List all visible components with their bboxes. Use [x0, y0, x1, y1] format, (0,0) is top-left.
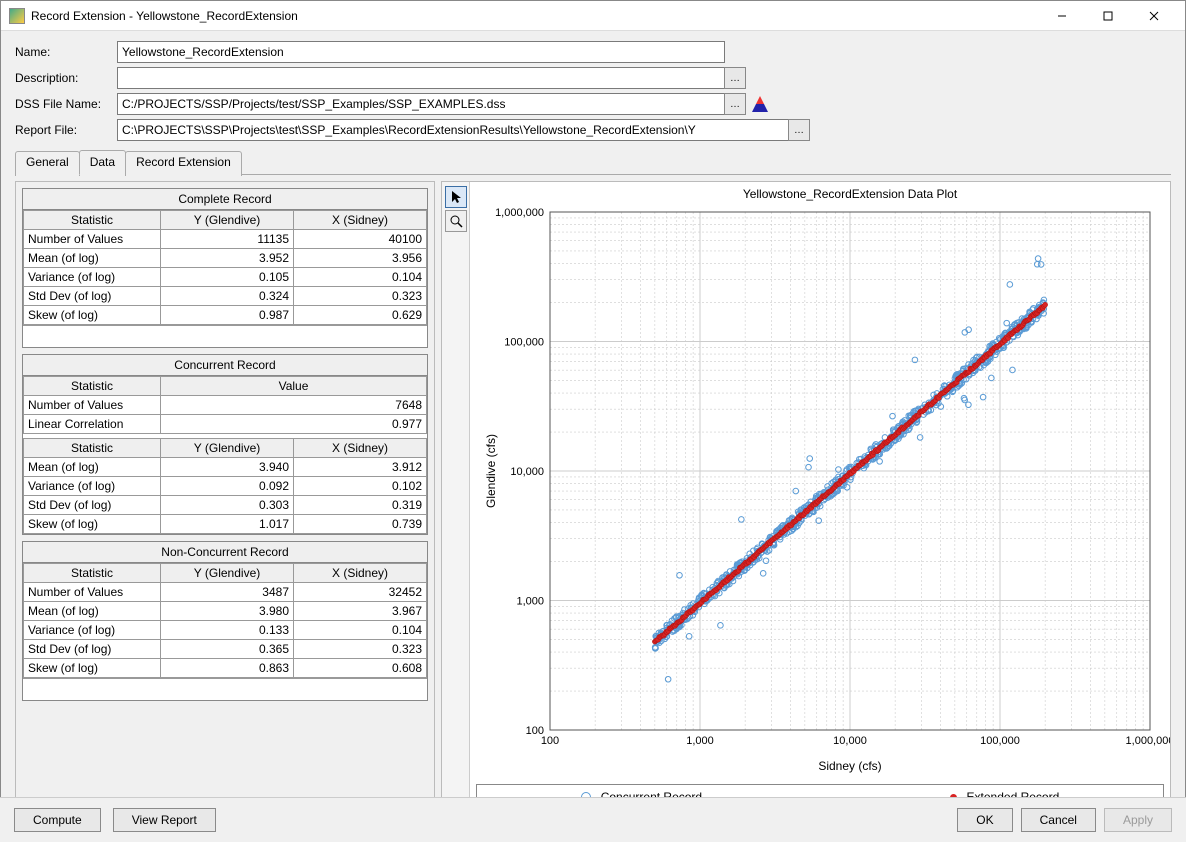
zoom-tool-icon[interactable]: [445, 210, 467, 232]
data-plot[interactable]: 1001,00010,000100,0001,000,0001001,00010…: [470, 182, 1170, 810]
col-header: Statistic: [24, 377, 161, 396]
app-icon: [9, 8, 25, 24]
description-label: Description:: [15, 71, 117, 85]
table-row: Number of Values348732452: [24, 583, 427, 602]
table-row: Variance (of log)0.0920.102: [24, 477, 427, 496]
tab-record-extension[interactable]: Record Extension: [125, 151, 242, 176]
table-row: Variance (of log)0.1330.104: [24, 621, 427, 640]
description-browse-button[interactable]: …: [724, 67, 746, 89]
concurrent-record-table: Concurrent Record Statistic Value Number…: [22, 354, 428, 535]
col-header: X (Sidney): [294, 564, 427, 583]
table-row: Std Dev (of log)0.3650.323: [24, 640, 427, 659]
col-header: Y (Glendive): [161, 211, 294, 230]
empty-area: [23, 678, 427, 700]
view-report-button[interactable]: View Report: [113, 808, 216, 832]
svg-text:1,000: 1,000: [686, 735, 714, 747]
close-button[interactable]: [1131, 1, 1177, 31]
stats-pane: Complete Record Statistic Y (Glendive) X…: [15, 181, 435, 811]
pointer-tool-icon[interactable]: [445, 186, 467, 208]
col-header: Y (Glendive): [161, 439, 294, 458]
col-header: Statistic: [24, 564, 161, 583]
table-row: Mean (of log)3.9403.912: [24, 458, 427, 477]
table-row: Linear Correlation0.977: [24, 415, 427, 434]
plot-pane: 1001,00010,000100,0001,000,0001001,00010…: [441, 181, 1171, 811]
ok-button[interactable]: OK: [957, 808, 1012, 832]
svg-text:10,000: 10,000: [510, 466, 544, 478]
col-header: Statistic: [24, 211, 161, 230]
report-file-label: Report File:: [15, 123, 117, 137]
apply-button[interactable]: Apply: [1104, 808, 1172, 832]
table-row: Skew (of log)0.8630.608: [24, 659, 427, 678]
table-row: Number of Values1113540100: [24, 230, 427, 249]
name-label: Name:: [15, 45, 117, 59]
col-header: X (Sidney): [294, 211, 427, 230]
bottom-bar: Compute View Report OK Cancel Apply: [0, 797, 1186, 842]
report-file-input[interactable]: [117, 119, 789, 141]
maximize-button[interactable]: [1085, 1, 1131, 31]
table-row: Skew (of log)1.0170.739: [24, 515, 427, 534]
table-row: Std Dev (of log)0.3030.319: [24, 496, 427, 515]
svg-text:1,000: 1,000: [516, 596, 544, 608]
table-row: Variance (of log)0.1050.104: [24, 268, 427, 287]
svg-text:Yellowstone_RecordExtension Da: Yellowstone_RecordExtension Data Plot: [743, 187, 958, 201]
col-header: X (Sidney): [294, 439, 427, 458]
tab-data[interactable]: Data: [79, 150, 126, 175]
col-header: Statistic: [24, 439, 161, 458]
table-row: Number of Values7648: [24, 396, 427, 415]
svg-text:10,000: 10,000: [833, 735, 867, 747]
dss-file-browse-button[interactable]: …: [724, 93, 746, 115]
svg-text:100,000: 100,000: [980, 735, 1020, 747]
tab-strip: General Data Record Extension: [15, 149, 1171, 175]
table-row: Skew (of log)0.9870.629: [24, 306, 427, 325]
dss-file-input[interactable]: [117, 93, 725, 115]
description-input[interactable]: [117, 67, 725, 89]
window-titlebar: Record Extension - Yellowstone_RecordExt…: [1, 1, 1185, 31]
compute-button[interactable]: Compute: [14, 808, 101, 832]
svg-text:100,000: 100,000: [504, 337, 544, 349]
col-header: Y (Glendive): [161, 564, 294, 583]
dss-file-label: DSS File Name:: [15, 97, 117, 111]
table-row: Std Dev (of log)0.3240.323: [24, 287, 427, 306]
name-input[interactable]: [117, 41, 725, 63]
concurrent-record-title: Concurrent Record: [23, 355, 427, 376]
nonconcurrent-record-table: Non-Concurrent Record Statistic Y (Glend…: [22, 541, 428, 701]
complete-record-table: Complete Record Statistic Y (Glendive) X…: [22, 188, 428, 348]
table-row: Mean (of log)3.9803.967: [24, 602, 427, 621]
report-file-browse-button[interactable]: …: [788, 119, 810, 141]
table-row: Mean (of log)3.9523.956: [24, 249, 427, 268]
svg-text:1,000,000: 1,000,000: [1126, 735, 1170, 747]
svg-text:100: 100: [526, 725, 544, 737]
svg-text:Glendive (cfs): Glendive (cfs): [484, 434, 498, 508]
svg-text:1,000,000: 1,000,000: [495, 207, 544, 219]
window-title: Record Extension - Yellowstone_RecordExt…: [31, 9, 1039, 23]
plot-dss-icon[interactable]: [752, 96, 768, 112]
tab-general[interactable]: General: [15, 151, 80, 176]
svg-text:Sidney (cfs): Sidney (cfs): [818, 759, 881, 773]
nonconcurrent-record-title: Non-Concurrent Record: [23, 542, 427, 563]
complete-record-title: Complete Record: [23, 189, 427, 210]
plot-tool-strip: [442, 182, 470, 810]
empty-area: [23, 325, 427, 347]
col-header: Value: [161, 377, 427, 396]
cancel-button[interactable]: Cancel: [1021, 808, 1096, 832]
minimize-button[interactable]: [1039, 1, 1085, 31]
